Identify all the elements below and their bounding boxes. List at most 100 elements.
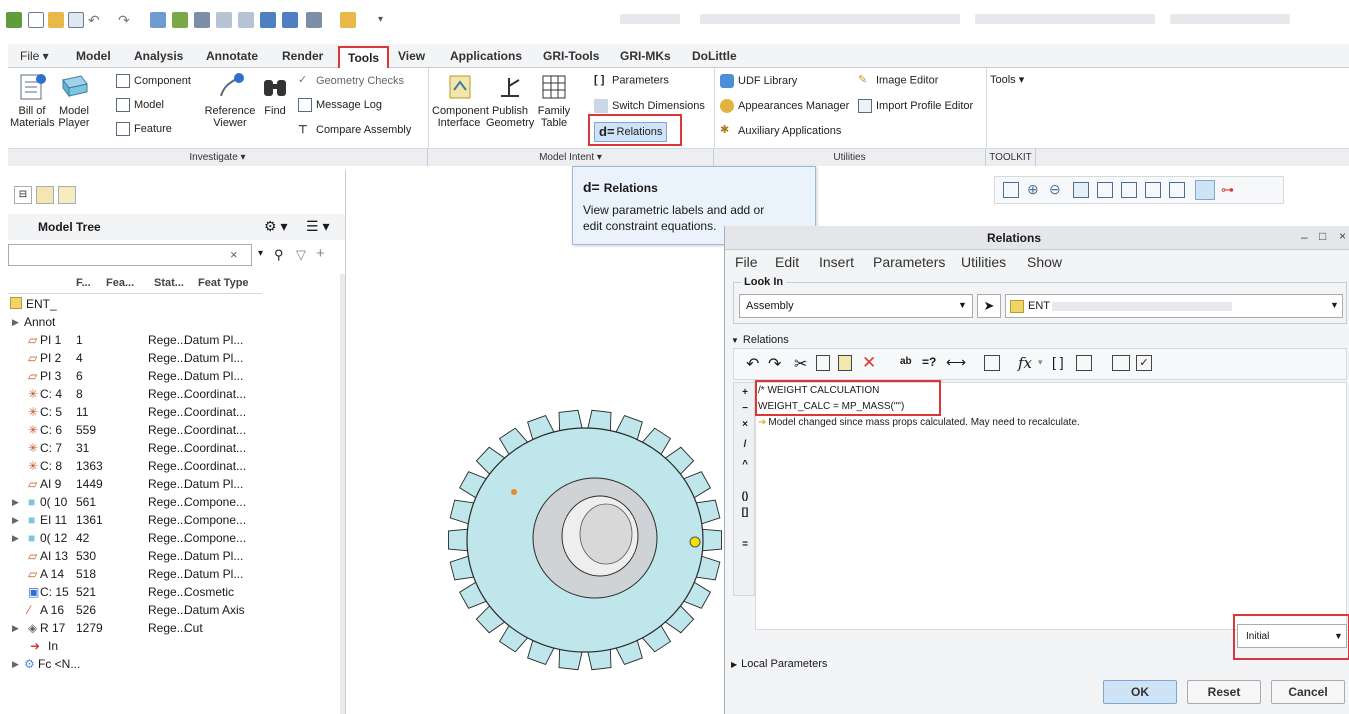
table-row[interactable]: ▱ A 14 518 Rege... Datum Pl... <box>8 564 328 584</box>
minimize-icon[interactable]: – <box>1301 230 1308 244</box>
operator-button[interactable]: × <box>737 419 753 430</box>
table-row[interactable]: ▱ PI 1 1 Rege... Datum Pl... <box>8 330 328 350</box>
tree-root-row[interactable]: ENT_ <box>8 294 328 314</box>
dialog-title-bar[interactable]: Relations – □ × <box>725 226 1349 250</box>
tab-view[interactable]: View <box>390 46 433 68</box>
operator-button[interactable]: / <box>737 439 753 450</box>
menu-file[interactable]: File <box>735 254 758 270</box>
copy-icon[interactable] <box>816 355 830 371</box>
operator-button[interactable]: [] <box>737 507 753 518</box>
view-manager-icon[interactable] <box>1145 182 1161 198</box>
annotation-display-icon[interactable] <box>1195 180 1215 200</box>
annotations-row[interactable]: ▶ Annot <box>8 312 328 332</box>
table-row[interactable]: ⁄ A 16 526 Rege... Datum Axis <box>8 600 328 620</box>
image-editor-button[interactable]: ✎ Image Editor <box>858 74 938 87</box>
feature-info-button[interactable]: Feature <box>116 122 172 136</box>
filter-icon[interactable]: ▽ <box>296 247 306 263</box>
regenerate-icon[interactable] <box>150 12 166 28</box>
table-row[interactable]: ▶ ■ EI 11 1361 Rege... Compone... <box>8 510 328 530</box>
select-pointer-icon[interactable]: ➤ <box>977 294 1001 318</box>
table-row[interactable]: ▶ ■ 0( 12 42 Rege... Compone... <box>8 528 328 548</box>
model-info-button[interactable]: Model <box>116 98 164 112</box>
model-player-button[interactable]: Model Player <box>54 72 94 129</box>
expand-icon[interactable]: ▶ <box>12 312 19 332</box>
model-tree-search-input[interactable] <box>8 244 252 266</box>
expand-icon[interactable]: ▶ <box>12 618 19 638</box>
cut-icon[interactable]: ✂ <box>794 354 807 374</box>
expand-icon[interactable]: ▶ <box>12 654 19 674</box>
maximize-icon[interactable]: □ <box>1319 229 1326 243</box>
tab-model[interactable]: Model <box>68 46 119 68</box>
checkbox-icon[interactable]: ✓ <box>1136 355 1152 371</box>
close-window-icon[interactable] <box>194 12 210 28</box>
find-button[interactable]: Find <box>258 72 292 117</box>
table-row[interactable]: ▣ C: 15 521 Rege... Cosmetic <box>8 582 328 602</box>
column-header-feature-number[interactable]: Fea... <box>106 277 134 289</box>
table-row[interactable]: ✳ C: 5 11 Rege... Coordinat... <box>8 402 328 422</box>
saved-orientations-icon[interactable] <box>1121 182 1137 198</box>
table-row[interactable]: ✳ C: 8 1363 Rege... Coordinat... <box>8 456 328 476</box>
function-icon[interactable]: fx <box>1018 354 1032 372</box>
show-notes-icon[interactable] <box>1112 355 1130 371</box>
target-model-select[interactable]: ENT ▼ <box>1005 294 1343 318</box>
relations-editor[interactable]: /* WEIGHT CALCULATION WEIGHT_CALC = MP_M… <box>755 382 1347 630</box>
expand-icon[interactable]: ▶ <box>12 492 19 512</box>
repaint-icon[interactable] <box>1073 182 1089 198</box>
model-intent-group-label[interactable]: Model Intent ▾ <box>428 148 714 166</box>
table-row[interactable]: ▶ ■ 0( 10 561 Rege... Compone... <box>8 492 328 512</box>
zoom-in-icon[interactable]: ⊕ <box>1027 181 1039 198</box>
tab-gri-mks[interactable]: GRI-MKs <box>612 46 679 68</box>
tab-analysis[interactable]: Analysis <box>126 46 191 68</box>
tool-icon-4[interactable] <box>282 12 298 28</box>
refit-icon[interactable] <box>1003 182 1019 198</box>
udf-library-button[interactable]: UDF Library <box>720 74 797 88</box>
column-header-feat-type[interactable]: Feat Type <box>198 277 249 289</box>
select-parameter-icon[interactable] <box>1076 355 1092 371</box>
table-row[interactable]: ▱ AI 9 1449 Rege... Datum Pl... <box>8 474 328 494</box>
paste-icon[interactable] <box>838 355 852 371</box>
table-row[interactable]: ▱ PI 3 6 Rege... Datum Pl... <box>8 366 328 386</box>
close-icon[interactable]: × <box>1339 229 1346 243</box>
tool-icon-2[interactable] <box>238 12 254 28</box>
menu-utilities[interactable]: Utilities <box>961 254 1006 270</box>
chevron-down-icon[interactable]: ▾ <box>1038 357 1043 368</box>
tool-icon-1[interactable] <box>216 12 232 28</box>
menu-parameters[interactable]: Parameters <box>873 254 945 270</box>
customize-icon[interactable]: ▾ <box>378 12 394 28</box>
save-icon[interactable] <box>68 12 84 28</box>
operator-button[interactable]: () <box>737 491 753 502</box>
tab-file[interactable]: File ▾ <box>12 46 57 68</box>
publish-geometry-button[interactable]: Publish Geometry <box>486 72 534 129</box>
message-log-button[interactable]: Message Log <box>298 98 382 112</box>
evaluate-icon[interactable]: ab <box>900 356 912 367</box>
investigate-group-label[interactable]: Investigate ▾ <box>8 148 428 166</box>
settings-icon[interactable]: ⚙ ▾ <box>264 218 287 235</box>
bill-of-materials-button[interactable]: Bill of Materials <box>10 72 55 129</box>
model-tree-tab-icon[interactable]: ⊟ <box>14 186 32 204</box>
local-parameters-header[interactable]: ▶ Local Parameters <box>731 658 827 670</box>
operator-button[interactable]: − <box>737 403 753 414</box>
insert-here-row[interactable]: ➜ In <box>8 636 328 656</box>
zoom-out-icon[interactable]: ⊖ <box>1049 181 1061 198</box>
redo-icon[interactable]: ↷ <box>768 354 781 374</box>
operator-button[interactable]: + <box>737 387 753 398</box>
folder-browser-tab-icon[interactable] <box>36 186 54 204</box>
datum-display-icon[interactable] <box>1169 182 1185 198</box>
search-options-chevron-icon[interactable]: ▾ <box>258 248 263 259</box>
tab-gri-tools[interactable]: GRI-Tools <box>535 46 607 68</box>
footer-row[interactable]: ▶ ⚙ Fc <N... <box>8 654 328 674</box>
menu-show[interactable]: Show <box>1027 254 1062 270</box>
menu-insert[interactable]: Insert <box>819 254 854 270</box>
insert-dimension-icon[interactable]: ⟷ <box>946 354 966 371</box>
look-in-select[interactable]: Assembly ▼ <box>739 294 973 318</box>
tools-menu-button[interactable]: Tools ▾ <box>990 74 1024 87</box>
sort-icon[interactable] <box>984 355 1000 371</box>
reset-button[interactable]: Reset <box>1187 680 1261 704</box>
expand-icon[interactable]: ▶ <box>12 510 19 530</box>
operator-button[interactable]: ^ <box>737 459 753 470</box>
tab-dolittle[interactable]: DoLittle <box>684 46 745 68</box>
switch-dimensions-button[interactable]: Switch Dimensions <box>594 99 705 113</box>
parameters-button[interactable]: [ ] Parameters <box>594 74 669 87</box>
undo-icon[interactable]: ↶ <box>88 12 104 28</box>
tree-scrollbar[interactable] <box>340 274 345 714</box>
